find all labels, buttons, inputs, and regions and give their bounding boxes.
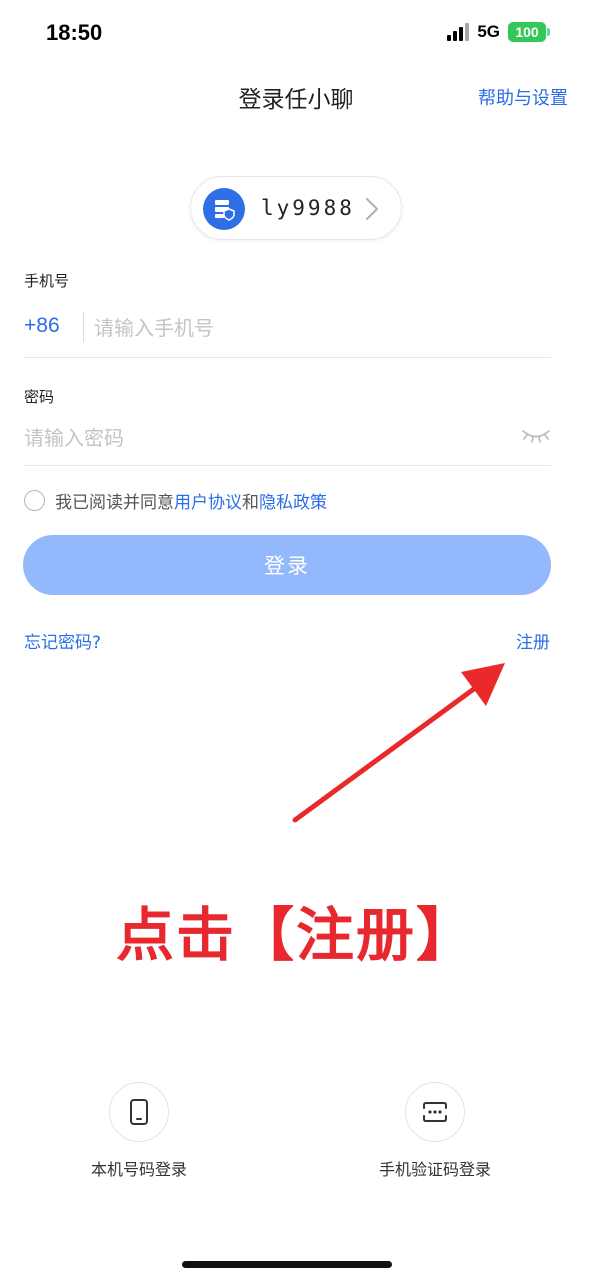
chevron-right-icon xyxy=(366,198,378,220)
sms-code-login-label: 手机验证码登录 xyxy=(378,1160,491,1179)
annotation-text: 点击【注册】 xyxy=(115,901,476,969)
network-type: 5G xyxy=(477,22,500,41)
password-label: 密码 xyxy=(24,388,55,406)
local-number-login[interactable]: 本机号码登录 xyxy=(49,1082,229,1180)
phone-label: 手机号 xyxy=(24,272,70,290)
agreement-row: 我已阅读并同意用户协议和隐私政策 xyxy=(24,486,327,514)
battery-icon: 100 xyxy=(508,22,550,42)
sms-code-login[interactable]: 手机验证码登录 xyxy=(345,1082,525,1180)
login-button[interactable]: 登录 xyxy=(23,535,551,595)
sms-code-icon xyxy=(405,1082,465,1142)
phone-field-row: +86 xyxy=(24,300,551,358)
phone-input[interactable] xyxy=(94,310,534,346)
password-field-row xyxy=(24,414,551,466)
server-name: ly9988 xyxy=(261,196,355,220)
status-bar: 18:50 5G 100 xyxy=(0,0,592,66)
agreement-checkbox[interactable] xyxy=(24,489,45,511)
status-indicators: 5G 100 xyxy=(447,22,550,42)
password-input[interactable] xyxy=(24,420,504,456)
privacy-policy-link[interactable]: 隐私政策 xyxy=(259,493,327,513)
local-number-login-label: 本机号码登录 xyxy=(90,1160,187,1179)
home-indicator xyxy=(182,1261,392,1268)
user-agreement-link[interactable]: 用户协议 xyxy=(174,493,242,513)
register-link[interactable]: 注册 xyxy=(516,628,550,653)
divider xyxy=(83,312,84,342)
mobile-phone-icon xyxy=(109,1082,169,1142)
eye-closed-icon[interactable] xyxy=(521,428,551,444)
server-selector[interactable]: ly9988 xyxy=(190,176,402,240)
server-shield-icon xyxy=(203,188,245,230)
agreement-text: 我已阅读并同意用户协议和隐私政策 xyxy=(55,492,327,513)
help-settings-link[interactable]: 帮助与设置 xyxy=(478,84,568,110)
country-code-selector[interactable]: +86 xyxy=(24,314,60,338)
signal-icon xyxy=(447,23,470,41)
status-time: 18:50 xyxy=(46,20,103,45)
forgot-password-link[interactable]: 忘记密码? xyxy=(24,628,101,653)
